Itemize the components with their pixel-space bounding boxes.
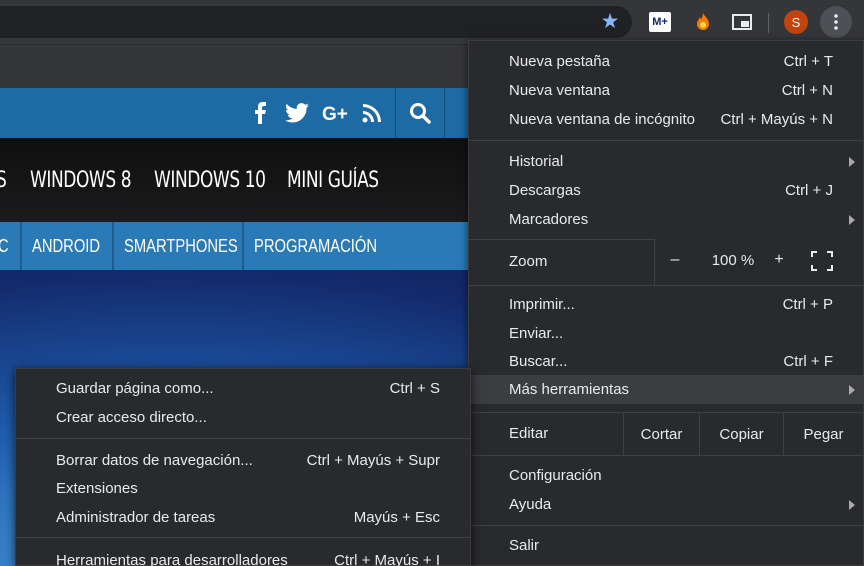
submenu-arrow-icon	[849, 156, 855, 167]
submenu-arrow-icon	[849, 384, 855, 395]
menu-divider	[469, 525, 863, 526]
menu-item-more-tools[interactable]: Más herramientas	[469, 375, 863, 404]
menu-item-history[interactable]: Historial	[469, 147, 863, 176]
rss-icon[interactable]	[354, 88, 390, 138]
submenu-divider	[16, 438, 470, 439]
menu-item-exit[interactable]: Salir	[469, 531, 863, 560]
menu-divider	[469, 455, 863, 456]
toolbar-separator	[768, 13, 769, 33]
twitter-icon[interactable]	[279, 88, 315, 138]
submenu-item-extensions[interactable]: Extensiones	[16, 474, 470, 503]
submenu-item-save-page[interactable]: Guardar página como... Ctrl + S	[16, 374, 470, 403]
menu-divider	[469, 285, 863, 286]
menu-item-settings[interactable]: Configuración	[469, 461, 863, 490]
search-icon	[410, 103, 431, 124]
zoom-in-button[interactable]: +	[767, 251, 791, 273]
nav-item-windows-10[interactable]: WINDOWS 10	[154, 168, 266, 193]
paste-button[interactable]: Pegar	[783, 413, 863, 455]
more-tools-submenu: Guardar página como... Ctrl + S Crear ac…	[15, 368, 471, 566]
sub-nav-item-partial[interactable]: C	[0, 222, 22, 270]
menu-item-cast[interactable]: Enviar...	[469, 319, 863, 348]
submenu-item-create-shortcut[interactable]: Crear acceso directo...	[16, 403, 470, 432]
submenu-arrow-icon	[849, 499, 855, 510]
menu-edit-row: Editar Cortar Copiar Pegar	[469, 413, 863, 455]
nav-item-mini-guias[interactable]: MINI GUÍAS	[287, 168, 379, 193]
submenu-item-clear-data[interactable]: Borrar datos de navegación... Ctrl + May…	[16, 446, 470, 475]
submenu-item-task-manager[interactable]: Administrador de tareas Mayús + Esc	[16, 503, 470, 532]
menu-item-new-tab[interactable]: Nueva pestaña Ctrl + T	[469, 47, 863, 76]
menu-item-find[interactable]: Buscar... Ctrl + F	[469, 347, 863, 376]
chrome-main-menu: Nueva pestaña Ctrl + T Nueva ventana Ctr…	[468, 40, 864, 566]
sub-nav-item-android[interactable]: ANDROID	[22, 222, 114, 270]
cut-button[interactable]: Cortar	[623, 413, 699, 455]
submenu-divider	[16, 537, 470, 538]
zoom-controls: – 100 % +	[654, 239, 863, 285]
copy-button[interactable]: Copiar	[699, 413, 783, 455]
menu-item-print[interactable]: Imprimir... Ctrl + P	[469, 290, 863, 319]
profile-avatar[interactable]: S	[784, 10, 808, 34]
facebook-icon[interactable]	[242, 88, 278, 138]
nav-item-partial[interactable]: S	[0, 168, 7, 193]
menu-zoom-row: Zoom – 100 % +	[469, 239, 863, 285]
browser-toolbar: ★ M+ S	[0, 0, 864, 44]
zoom-level: 100 %	[711, 252, 755, 269]
chrome-menu-button[interactable]	[820, 6, 852, 38]
nav-item-windows-8[interactable]: WINDOWS 8	[30, 168, 132, 193]
svg-text:G+: G+	[322, 104, 348, 123]
kebab-menu-icon	[834, 14, 838, 30]
menu-item-downloads[interactable]: Descargas Ctrl + J	[469, 176, 863, 205]
menu-item-new-window[interactable]: Nueva ventana Ctrl + N	[469, 76, 863, 105]
zoom-out-button[interactable]: –	[663, 251, 687, 273]
sub-nav-item-smartphones[interactable]: SMARTPHONES	[114, 222, 244, 270]
browser-window: ★ M+ S G+ S WINDOWS 8 WIND	[0, 0, 864, 566]
extension-m-icon[interactable]: M+	[649, 12, 671, 32]
sub-nav-item-programacion[interactable]: PROGRAMACIÓN	[244, 222, 469, 270]
extension-fire-icon[interactable]	[690, 9, 716, 35]
menu-item-incognito[interactable]: Nueva ventana de incógnito Ctrl + Mayús …	[469, 105, 863, 134]
bookmark-star-icon[interactable]: ★	[597, 8, 623, 34]
menu-item-help[interactable]: Ayuda	[469, 490, 863, 519]
fullscreen-icon[interactable]	[811, 251, 833, 271]
picture-in-picture-icon[interactable]	[729, 9, 755, 35]
address-bar[interactable]	[0, 6, 632, 38]
submenu-arrow-icon	[849, 214, 855, 225]
submenu-item-dev-tools[interactable]: Herramientas para desarrolladores Ctrl +…	[16, 546, 470, 566]
site-search-button[interactable]	[395, 88, 445, 138]
menu-divider	[469, 140, 863, 141]
menu-item-bookmarks[interactable]: Marcadores	[469, 205, 863, 234]
google-plus-icon[interactable]: G+	[317, 88, 353, 138]
